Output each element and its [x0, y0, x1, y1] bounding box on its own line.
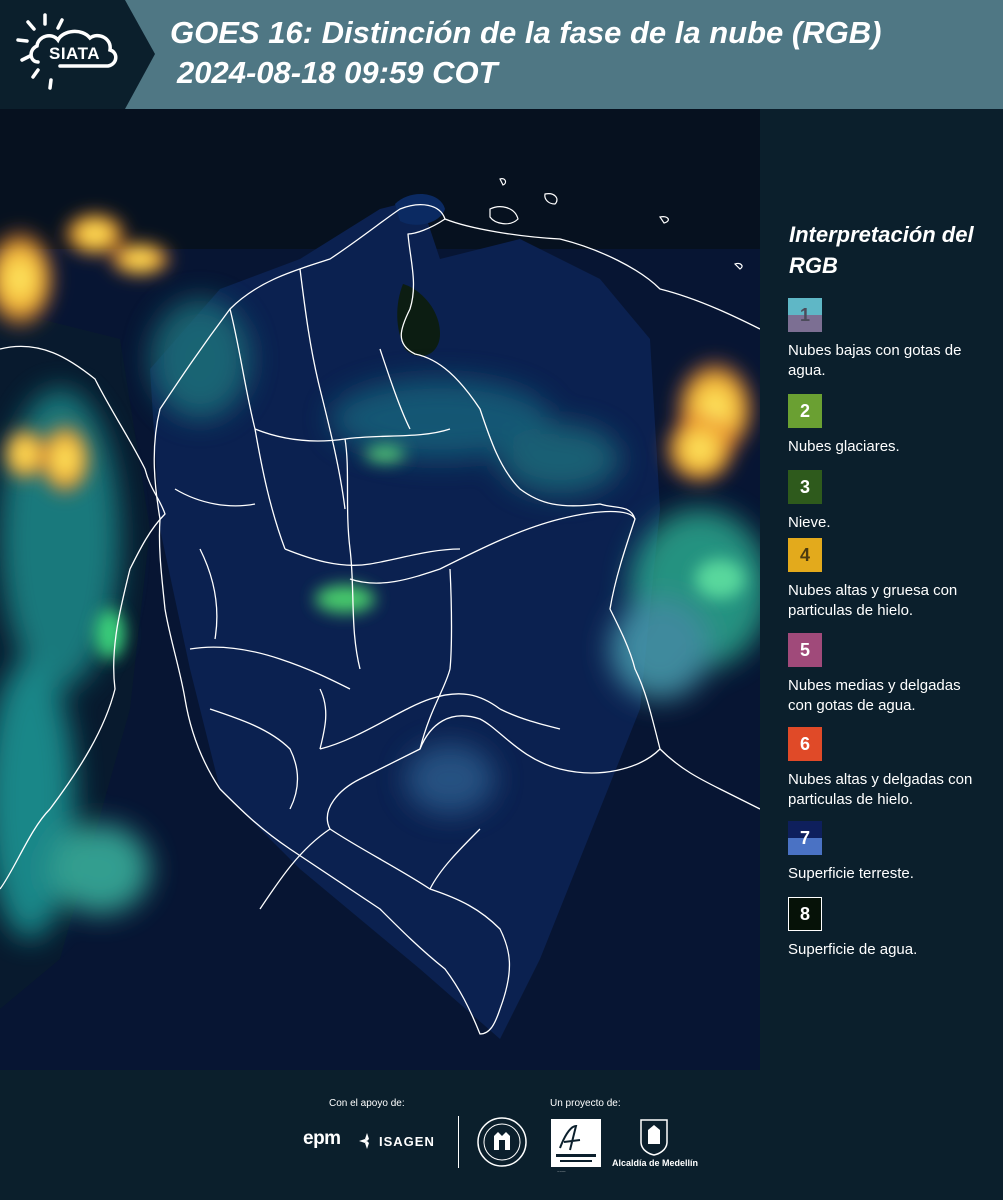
page-title: GOES 16: Distinción de la fase de la nub… — [170, 15, 882, 50]
legend-number-3: 3 — [799, 477, 810, 497]
legend-label-3: Nieve. — [788, 514, 831, 531]
legend-swatch-5: 5 — [788, 633, 822, 667]
isagen-mark-icon — [359, 1133, 369, 1149]
legend-number-8: 8 — [799, 904, 810, 924]
legend-title: Interpretación del RGB — [789, 222, 974, 278]
legend-item-7: 7 Superficie terreste. — [788, 821, 988, 884]
legend-panel: Interpretación del RGB 1 Nubes bajas con… — [760, 109, 1003, 1070]
legend-number-1: 1 — [799, 305, 810, 325]
legend-label-8: Superficie de agua. — [788, 941, 918, 958]
isagen-logo: ISAGEN — [379, 1134, 435, 1149]
legend-item-1: 1 Nubes bajas con gotas de agua. — [788, 298, 988, 381]
area-metropolitana-logo — [551, 1119, 601, 1167]
legend-swatch-6: 6 — [788, 727, 822, 761]
legend-item-4: 4 Nubes altas y gruesa con particulas de… — [788, 538, 988, 621]
legend-label-2: Nubes glaciares. — [788, 438, 900, 455]
legend-label-7: Superficie terreste. — [788, 865, 914, 882]
support-text: Con el apoyo de: — [329, 1098, 405, 1109]
alcaldia-shield-icon — [640, 1119, 668, 1156]
legend-swatch-7: 7 — [788, 821, 822, 855]
map-image — [0, 109, 760, 1070]
legend-item-3: 3 Nieve. — [788, 470, 988, 533]
area-logo-text: Área Metropolitana — [557, 1172, 566, 1173]
legend-number-6: 6 — [799, 734, 810, 754]
legend-number-4: 4 — [799, 545, 810, 565]
legend-label-5: Nubes medias y delgadas con gotas de agu… — [788, 677, 961, 714]
legend-label-6: Nubes altas y delgadas con particulas de… — [788, 771, 973, 808]
legend-item-5: 5 Nubes medias y delgadas con gotas de a… — [788, 633, 988, 716]
legend-swatch-3: 3 — [788, 470, 822, 504]
siata-logo: SIATA — [0, 0, 155, 109]
epm-logo: epm — [303, 1128, 341, 1149]
alcaldia-text: Alcaldía de Medellín — [612, 1158, 699, 1168]
legend-item-2: 2 Nubes glaciares. — [788, 394, 988, 457]
legend-number-2: 2 — [799, 401, 810, 421]
legend-number-5: 5 — [799, 640, 810, 660]
legend-number-7: 7 — [799, 828, 810, 848]
legend-swatch-2: 2 — [788, 394, 822, 428]
legend-swatch-4: 4 — [788, 538, 822, 572]
footer-divider — [458, 1116, 459, 1168]
project-text: Un proyecto de: — [550, 1098, 621, 1109]
page-timestamp: 2024-08-18 09:59 COT — [177, 55, 498, 90]
header-bar: SIATA GOES 16: Distinción de la fase de … — [0, 0, 1003, 109]
footer: Con el apoyo de: Un proyecto de: epm ISA… — [0, 1070, 1003, 1200]
legend-item-8: 8 Superficie de agua. — [788, 897, 988, 960]
legend-swatch-1: 1 — [788, 298, 822, 332]
legend-label-4: Nubes altas y gruesa con particulas de h… — [788, 582, 958, 619]
legend-label-1: Nubes bajas con gotas de agua. — [788, 342, 962, 379]
legend-item-6: 6 Nubes altas y delgadas con particulas … — [788, 727, 988, 810]
legend-swatch-8: 8 — [788, 897, 822, 931]
medellin-seal-icon — [477, 1117, 527, 1167]
siata-logo-text: SIATA — [49, 44, 100, 63]
satellite-map — [0, 109, 761, 1070]
